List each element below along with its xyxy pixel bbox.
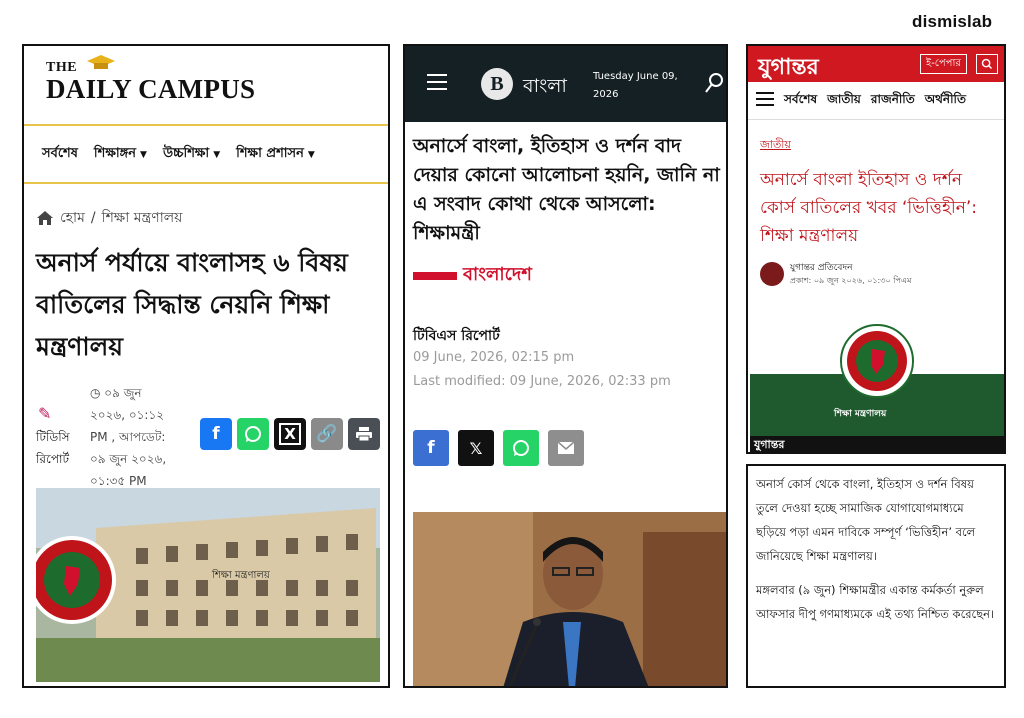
category-link[interactable]: জাতীয় bbox=[760, 136, 791, 155]
nav-item-campus[interactable]: শিক্ষাঙ্গন ▼ bbox=[94, 144, 147, 165]
whatsapp-share-button[interactable] bbox=[237, 418, 269, 450]
home-icon[interactable] bbox=[36, 210, 54, 226]
publish-date: 09 June, 2026, 02:15 pm bbox=[413, 350, 575, 365]
whatsapp-icon bbox=[245, 426, 261, 442]
publish-date: প্রকাশ: ০৯ জুন ২০২৬, ০১:৩০ পিএম bbox=[790, 276, 912, 285]
search-icon[interactable] bbox=[976, 54, 998, 74]
site-header: যুগান্তর ই-পেপার bbox=[748, 46, 1004, 82]
nav-item-latest[interactable]: সর্বশেষ bbox=[784, 91, 817, 111]
hamburger-menu-icon[interactable] bbox=[756, 91, 774, 110]
whatsapp-icon bbox=[513, 440, 529, 456]
chevron-down-icon: ▼ bbox=[140, 149, 147, 160]
site-logo[interactable]: THE DAILY CAMPUS bbox=[46, 60, 256, 104]
author-name[interactable]: টিডিসি রিপোর্ট bbox=[36, 426, 86, 470]
nav-item-education-admin[interactable]: শিক্ষা প্রশাসন ▼ bbox=[236, 144, 315, 165]
site-header: THE DAILY CAMPUS bbox=[24, 46, 388, 124]
printer-icon bbox=[356, 427, 372, 442]
link-icon: 🔗 bbox=[316, 424, 338, 444]
breadcrumb: হোম / শিক্ষা মন্ত্রণালয় bbox=[36, 206, 376, 230]
daily-campus-screenshot: THE DAILY CAMPUS সর্বশেষ শিক্ষাঙ্গন ▼ উচ্… bbox=[22, 44, 390, 688]
image-caption: শিক্ষা মন্ত্রণালয় bbox=[834, 409, 887, 419]
clock-icon: ◷ bbox=[90, 386, 105, 400]
search-icon[interactable] bbox=[705, 72, 725, 94]
header-date: Tuesday June 09, 2026 bbox=[593, 71, 678, 100]
x-share-button[interactable]: X bbox=[274, 418, 306, 450]
image-footer-logo: যুগান্তর bbox=[754, 438, 785, 451]
x-share-button[interactable]: 𝕏 bbox=[458, 430, 494, 466]
publish-date: ◷ ০৯ জুন ২০২৬, ০১:১২ PM , আপডেট: ০৯ জুন … bbox=[90, 386, 167, 488]
paragraph-1: অনার্স কোর্স থেকে বাংলা, ইতিহাস ও দর্শন … bbox=[756, 477, 976, 563]
breadcrumb-separator: / bbox=[90, 210, 96, 226]
site-logo[interactable]: যুগান্তর bbox=[758, 50, 819, 87]
article-byline: যুগান্তর প্রতিবেদন প্রকাশ: ০৯ জুন ২০২৬, … bbox=[760, 260, 911, 288]
section-accent-bar bbox=[413, 271, 457, 280]
modified-date: Last modified: 09 June, 2026, 02:33 pm bbox=[413, 374, 671, 389]
article-photo: শিক্ষা মন্ত্রণালয় bbox=[36, 488, 380, 682]
facebook-icon: f bbox=[427, 438, 435, 458]
facebook-share-button[interactable]: f bbox=[200, 418, 232, 450]
site-logo-name[interactable]: বাংলা bbox=[523, 72, 567, 104]
author-name[interactable]: যুগান্তর প্রতিবেদন bbox=[790, 260, 911, 275]
facebook-share-button[interactable]: f bbox=[413, 430, 449, 466]
article-headline: অনার্সে বাংলা ইতিহাস ও দর্শন কোর্স বাতিল… bbox=[760, 170, 978, 246]
main-nav: সর্বশেষ শিক্ষাঙ্গন ▼ উচ্চশিক্ষা ▼ শিক্ষা প… bbox=[24, 124, 388, 184]
breadcrumb-home[interactable]: হোম bbox=[60, 206, 85, 230]
nav-item-latest[interactable]: সর্বশেষ bbox=[42, 144, 78, 165]
envelope-icon bbox=[557, 441, 575, 454]
email-share-button[interactable] bbox=[548, 430, 584, 466]
article-meta: ✎ টিডিসি রিপোর্ট ◷ ০৯ জুন ২০২৬, ০১:১২ PM… bbox=[36, 378, 380, 498]
site-header: B বাংলা Tuesday June 09, 2026 bbox=[405, 46, 726, 122]
paragraph-2: মঙ্গলবার (৯ জুন) শিক্ষামন্ত্রীর একান্ত ক… bbox=[756, 583, 995, 621]
hamburger-menu-icon[interactable] bbox=[427, 74, 447, 95]
government-seal-icon bbox=[840, 324, 914, 398]
article-text-excerpt: অনার্স কোর্স থেকে বাংলা, ইতিহাস ও দর্শন … bbox=[746, 464, 1006, 688]
minister-photo bbox=[413, 512, 726, 686]
jugantor-screenshot: যুগান্তর ই-পেপার সর্বশেষ জাতীয় রাজনীতি … bbox=[746, 44, 1006, 454]
article-headline: অনার্স পর্যায়ে বাংলাসহ ৬ বিষয় বাতিলের … bbox=[36, 248, 348, 361]
nav-item-economy[interactable]: অর্থনীতি bbox=[925, 91, 966, 111]
x-icon: 𝕏 bbox=[469, 438, 483, 458]
facebook-icon: f bbox=[212, 424, 220, 444]
epaper-button[interactable]: ই-পেপার bbox=[920, 54, 967, 74]
x-icon: X bbox=[279, 423, 301, 445]
nav-item-national[interactable]: জাতীয় bbox=[827, 91, 861, 111]
tbs-bangla-screenshot: B বাংলা Tuesday June 09, 2026 অনার্সে বা… bbox=[403, 44, 728, 688]
dismislab-logo: dismislab bbox=[912, 12, 993, 31]
article-headline: অনার্সে বাংলা, ইতিহাস ও দর্শন বাদ দেয়ার… bbox=[413, 135, 720, 244]
section-name: বাংলাদেশ bbox=[463, 264, 532, 285]
print-button[interactable] bbox=[348, 418, 380, 450]
section-label[interactable]: বাংলাদেশ bbox=[413, 260, 532, 291]
main-nav: সর্বশেষ জাতীয় রাজনীতি অর্থনীতি bbox=[748, 82, 1004, 120]
share-buttons: f 𝕏 bbox=[413, 430, 584, 466]
nav-item-politics[interactable]: রাজনীতি bbox=[871, 91, 915, 111]
photo-caption: শিক্ষা মন্ত্রণালয় bbox=[212, 570, 270, 581]
nav-item-higher-education[interactable]: উচ্চশিক্ষা ▼ bbox=[163, 144, 220, 165]
chevron-down-icon: ▼ bbox=[213, 149, 221, 160]
logo-name: DAILY CAMPUS bbox=[46, 74, 256, 104]
avatar bbox=[760, 262, 784, 286]
article-image: শিক্ষা মন্ত্রণালয় যুগান্তর bbox=[750, 302, 1004, 452]
pen-icon: ✎ bbox=[38, 404, 52, 423]
whatsapp-share-button[interactable] bbox=[503, 430, 539, 466]
site-logo-mark[interactable]: B bbox=[481, 68, 513, 100]
share-buttons: f X 🔗 bbox=[200, 418, 380, 450]
reporter-name[interactable]: টিবিএস রিপোর্ট bbox=[413, 324, 500, 348]
breadcrumb-section[interactable]: শিক্ষা মন্ত্রণালয় bbox=[102, 206, 183, 230]
ministry-building-image bbox=[36, 488, 380, 682]
chevron-down-icon: ▼ bbox=[307, 149, 315, 160]
article-photo bbox=[413, 512, 726, 686]
copy-link-button[interactable]: 🔗 bbox=[311, 418, 343, 450]
